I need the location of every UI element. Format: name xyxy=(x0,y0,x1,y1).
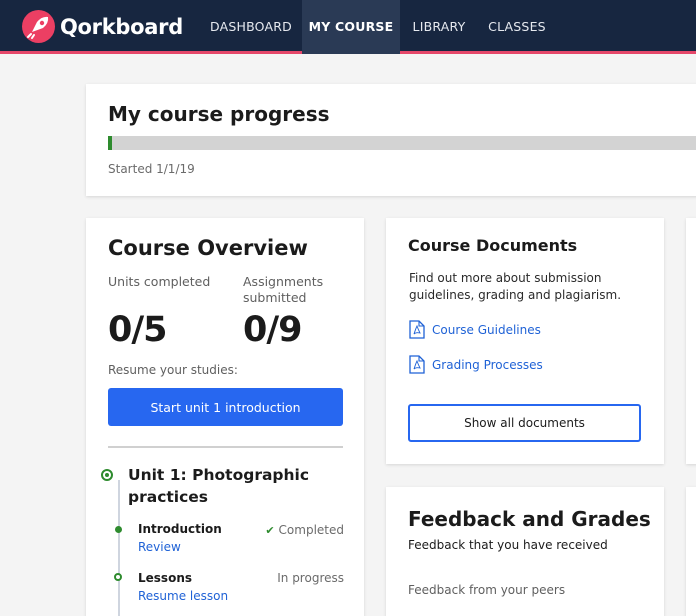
progress-card: My course progress Started 1/1/19 xyxy=(86,84,696,196)
lesson-status-text: In progress xyxy=(277,571,344,585)
progress-title: My course progress xyxy=(108,102,330,126)
unit-progress-icon xyxy=(101,469,113,481)
timeline-line xyxy=(118,480,120,616)
lesson-name: Lessons xyxy=(138,571,192,585)
pdf-icon xyxy=(409,355,425,374)
start-unit-button[interactable]: Start unit 1 introduction xyxy=(108,388,343,426)
top-nav: Qorkboard DASHBOARD MY COURSE LIBRARY CL… xyxy=(0,0,696,54)
peer-feedback-label: Feedback from your peers xyxy=(408,583,566,597)
course-overview-card: Course Overview Units completed 0/5 Assi… xyxy=(86,218,364,616)
review-link[interactable]: Review xyxy=(138,540,181,554)
units-completed-label: Units completed xyxy=(108,274,211,289)
unit-title: Unit 1: Photographic practices xyxy=(128,466,310,506)
brand-name: Qorkboard xyxy=(60,14,183,39)
rocket-logo-icon xyxy=(22,10,55,43)
pdf-icon xyxy=(409,320,425,339)
lesson-name: Introduction xyxy=(138,522,222,536)
grading-processes-link[interactable]: Grading Processes xyxy=(409,355,543,374)
documents-title: Course Documents xyxy=(408,236,578,255)
resume-label: Resume your studies: xyxy=(108,363,238,377)
lesson-complete-dot xyxy=(115,526,122,533)
course-guidelines-link[interactable]: Course Guidelines xyxy=(409,320,541,339)
feedback-title: Feedback and Grades xyxy=(408,507,651,531)
progress-bar xyxy=(108,136,696,150)
nav-item-my-course[interactable]: MY COURSE xyxy=(302,0,400,54)
feedback-subtitle: Feedback that you have received xyxy=(408,538,608,552)
units-completed-value: 0/5 xyxy=(108,310,167,350)
grading-processes-label: Grading Processes xyxy=(432,357,543,372)
logo[interactable]: Qorkboard xyxy=(22,10,183,43)
progress-start-date: Started 1/1/19 xyxy=(108,162,195,176)
assignments-submitted-label: Assignments submitted xyxy=(243,274,324,305)
course-documents-card: Course Documents Find out more about sub… xyxy=(386,218,664,464)
progress-bar-fill xyxy=(108,136,113,150)
offscreen-card xyxy=(686,487,696,616)
nav-item-classes[interactable]: CLASSES xyxy=(478,0,556,54)
check-icon: ✔ xyxy=(265,524,275,537)
assignments-submitted-value: 0/9 xyxy=(243,310,302,350)
lesson-in-progress-dot xyxy=(114,573,122,581)
resume-lesson-link[interactable]: Resume lesson xyxy=(138,589,228,603)
documents-description: Find out more about submission guideline… xyxy=(409,271,622,302)
divider xyxy=(108,446,343,448)
overview-title: Course Overview xyxy=(108,236,308,260)
feedback-card: Feedback and Grades Feedback that you ha… xyxy=(386,487,664,616)
show-all-documents-button[interactable]: Show all documents xyxy=(408,404,641,442)
offscreen-card xyxy=(686,218,696,464)
nav-item-dashboard[interactable]: DASHBOARD xyxy=(203,0,299,54)
course-guidelines-label: Course Guidelines xyxy=(432,322,541,337)
lesson-status-text: Completed xyxy=(278,523,344,537)
nav-item-library[interactable]: LIBRARY xyxy=(402,0,476,54)
lesson-status: ✔ Completed xyxy=(265,523,344,537)
